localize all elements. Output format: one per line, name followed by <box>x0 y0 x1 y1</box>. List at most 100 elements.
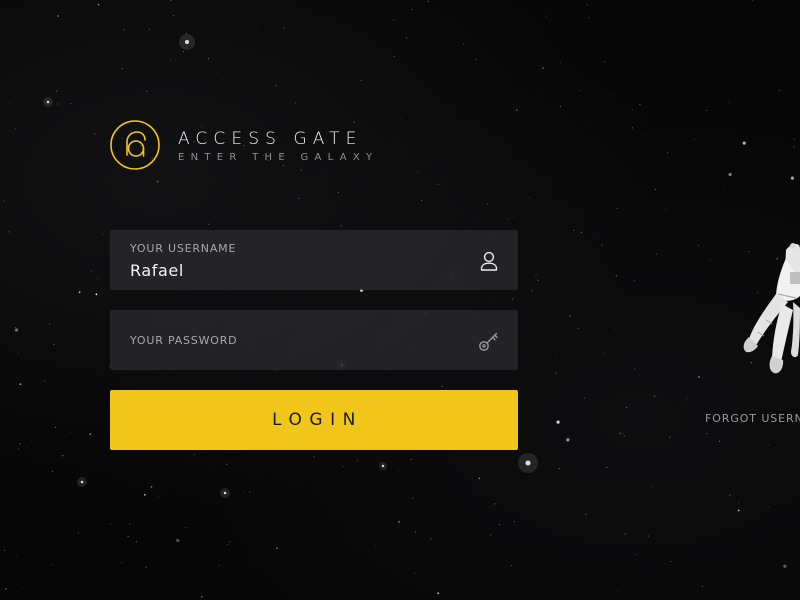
star <box>342 465 344 467</box>
star <box>580 232 582 234</box>
star <box>588 17 590 19</box>
star <box>410 458 412 461</box>
star <box>510 564 513 567</box>
star <box>654 188 656 190</box>
star <box>670 560 672 562</box>
star <box>275 84 277 86</box>
star <box>360 80 362 82</box>
star <box>490 534 492 536</box>
star <box>148 28 151 30</box>
star <box>412 497 414 499</box>
star <box>623 435 625 437</box>
star <box>656 253 658 255</box>
star <box>8 231 10 233</box>
star <box>778 89 780 92</box>
star <box>665 209 667 211</box>
star <box>718 440 720 442</box>
star <box>542 67 544 69</box>
star <box>249 491 251 493</box>
star <box>208 223 210 225</box>
star <box>14 326 17 329</box>
star <box>145 566 147 568</box>
star <box>169 59 171 61</box>
star <box>102 234 104 236</box>
star <box>21 587 23 590</box>
star <box>768 444 770 446</box>
username-field[interactable]: YOUR USERNAME <box>110 230 518 290</box>
forgot-username-link[interactable]: FORGOT USERN <box>705 412 800 425</box>
star <box>604 60 606 62</box>
star <box>498 523 501 525</box>
star <box>728 172 732 177</box>
star <box>57 103 59 105</box>
star <box>701 585 703 587</box>
username-input[interactable] <box>130 259 460 281</box>
star <box>129 523 131 525</box>
star <box>337 191 339 193</box>
star <box>545 15 547 17</box>
star <box>200 595 203 598</box>
star <box>508 218 510 220</box>
star <box>474 58 477 61</box>
star <box>742 141 746 145</box>
brand-subtitle: ENTER THE GALAXY <box>178 152 379 163</box>
astronaut-image <box>743 243 800 374</box>
star <box>486 203 488 205</box>
star <box>44 380 46 382</box>
starfield-background <box>3 0 795 598</box>
star <box>619 432 621 435</box>
star <box>53 344 55 346</box>
star-core <box>185 40 189 44</box>
star <box>3 200 5 202</box>
star <box>19 383 22 386</box>
star <box>555 372 557 374</box>
star <box>19 443 21 445</box>
star <box>242 491 245 493</box>
star <box>69 431 71 433</box>
star <box>135 541 137 543</box>
star <box>709 259 711 261</box>
star <box>616 207 618 210</box>
star <box>579 89 581 92</box>
star <box>393 55 395 58</box>
star <box>170 0 172 1</box>
ra-monogram-icon <box>110 120 160 170</box>
star <box>577 327 579 329</box>
star <box>559 105 561 108</box>
star <box>569 314 572 317</box>
star-core <box>223 491 227 495</box>
user-icon <box>480 251 498 271</box>
star <box>705 109 707 112</box>
star <box>606 466 608 468</box>
password-field[interactable]: YOUR PASSWORD <box>110 310 518 370</box>
star <box>558 468 560 470</box>
star <box>393 19 395 21</box>
star <box>157 496 160 498</box>
star <box>631 109 633 111</box>
star <box>185 526 187 528</box>
star-core <box>525 460 531 466</box>
star <box>644 134 646 136</box>
star <box>18 352 20 354</box>
star <box>61 454 64 457</box>
star <box>77 532 80 534</box>
star-core <box>46 100 50 104</box>
star <box>626 406 628 408</box>
star <box>58 271 60 273</box>
star <box>556 420 560 424</box>
star <box>221 78 224 80</box>
star <box>634 367 636 369</box>
login-button[interactable]: LOGIN <box>110 390 518 450</box>
star <box>478 477 481 480</box>
star <box>686 397 688 399</box>
star <box>121 68 123 70</box>
star <box>573 229 575 231</box>
star <box>283 27 285 29</box>
star <box>8 102 11 104</box>
star <box>90 270 92 272</box>
star <box>427 0 429 2</box>
star <box>176 538 180 543</box>
star <box>185 32 187 34</box>
star <box>18 448 20 450</box>
star <box>417 171 419 173</box>
